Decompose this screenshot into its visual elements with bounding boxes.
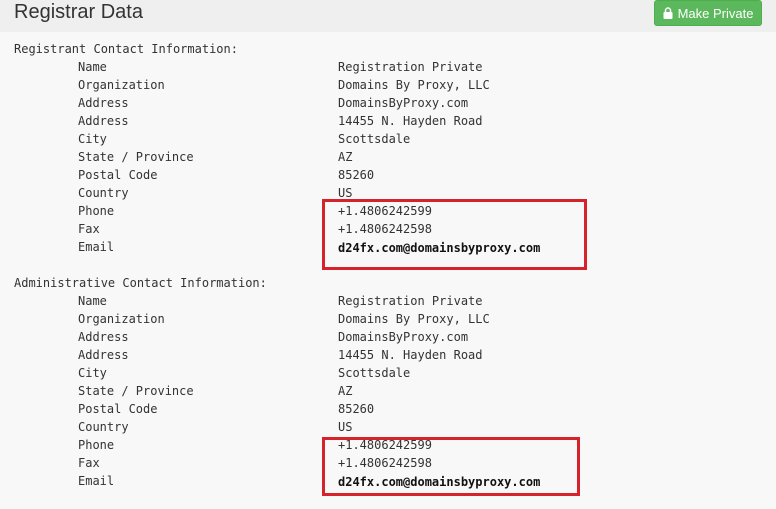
administrative-label-name: Name [78,294,107,308]
registrant-label-postal-code: Postal Code [78,168,158,182]
registrant-label-email: Email [78,240,115,254]
registrant-label-address-2: Address [78,114,129,128]
administrative-value-address-1: DomainsByProxy.com [338,330,469,344]
registrant-value-city: Scottsdale [338,132,411,146]
registrant-label-fax: Fax [78,222,100,236]
administrative-label-email: Email [78,474,115,488]
registrant-label-city: City [78,132,107,146]
lock-icon [663,7,673,19]
whois-content: Registrant Contact Information: Name Reg… [0,32,776,509]
administrative-value-address-2: 14455 N. Hayden Road [338,348,483,362]
registrant-value-address-2: 14455 N. Hayden Road [338,114,483,128]
administrative-value-organization: Domains By Proxy, LLC [338,312,490,326]
administrative-label-postal-code: Postal Code [78,402,158,416]
make-private-label: Make Private [677,5,754,21]
administrative-label-state: State / Province [78,384,194,398]
registrant-contact-highlight [322,199,587,270]
registrant-value-organization: Domains By Proxy, LLC [338,78,490,92]
registrant-value-address-1: DomainsByProxy.com [338,96,469,110]
registrant-value-state: AZ [338,150,353,164]
administrative-value-country: US [338,420,353,434]
administrative-label-address-1: Address [78,330,129,344]
administrative-value-city: Scottsdale [338,366,411,380]
administrative-label-fax: Fax [78,456,100,470]
registrant-section-title: Registrant Contact Information: [14,42,238,56]
administrative-section-title: Administrative Contact Information: [14,276,267,290]
registrant-label-state: State / Province [78,150,194,164]
administrative-label-city: City [78,366,107,380]
registrant-value-country: US [338,186,353,200]
administrative-label-organization: Organization [78,312,165,326]
make-private-button[interactable]: Make Private [654,0,762,26]
registrant-label-name: Name [78,60,107,74]
administrative-value-state: AZ [338,384,353,398]
administrative-label-country: Country [78,420,129,434]
administrative-label-phone: Phone [78,438,115,452]
registrant-value-name: Registration Private [338,60,483,74]
page-header: Registrar Data Make Private [0,0,776,33]
registrant-label-organization: Organization [78,78,165,92]
registrant-label-country: Country [78,186,129,200]
administrative-label-address-2: Address [78,348,129,362]
registrant-value-postal-code: 85260 [338,168,375,182]
administrative-value-postal-code: 85260 [338,402,375,416]
administrative-value-name: Registration Private [338,294,483,308]
registrant-label-phone: Phone [78,204,115,218]
registrant-label-address-1: Address [78,96,129,110]
page-title: Registrar Data [14,1,143,23]
administrative-contact-highlight [322,437,580,496]
